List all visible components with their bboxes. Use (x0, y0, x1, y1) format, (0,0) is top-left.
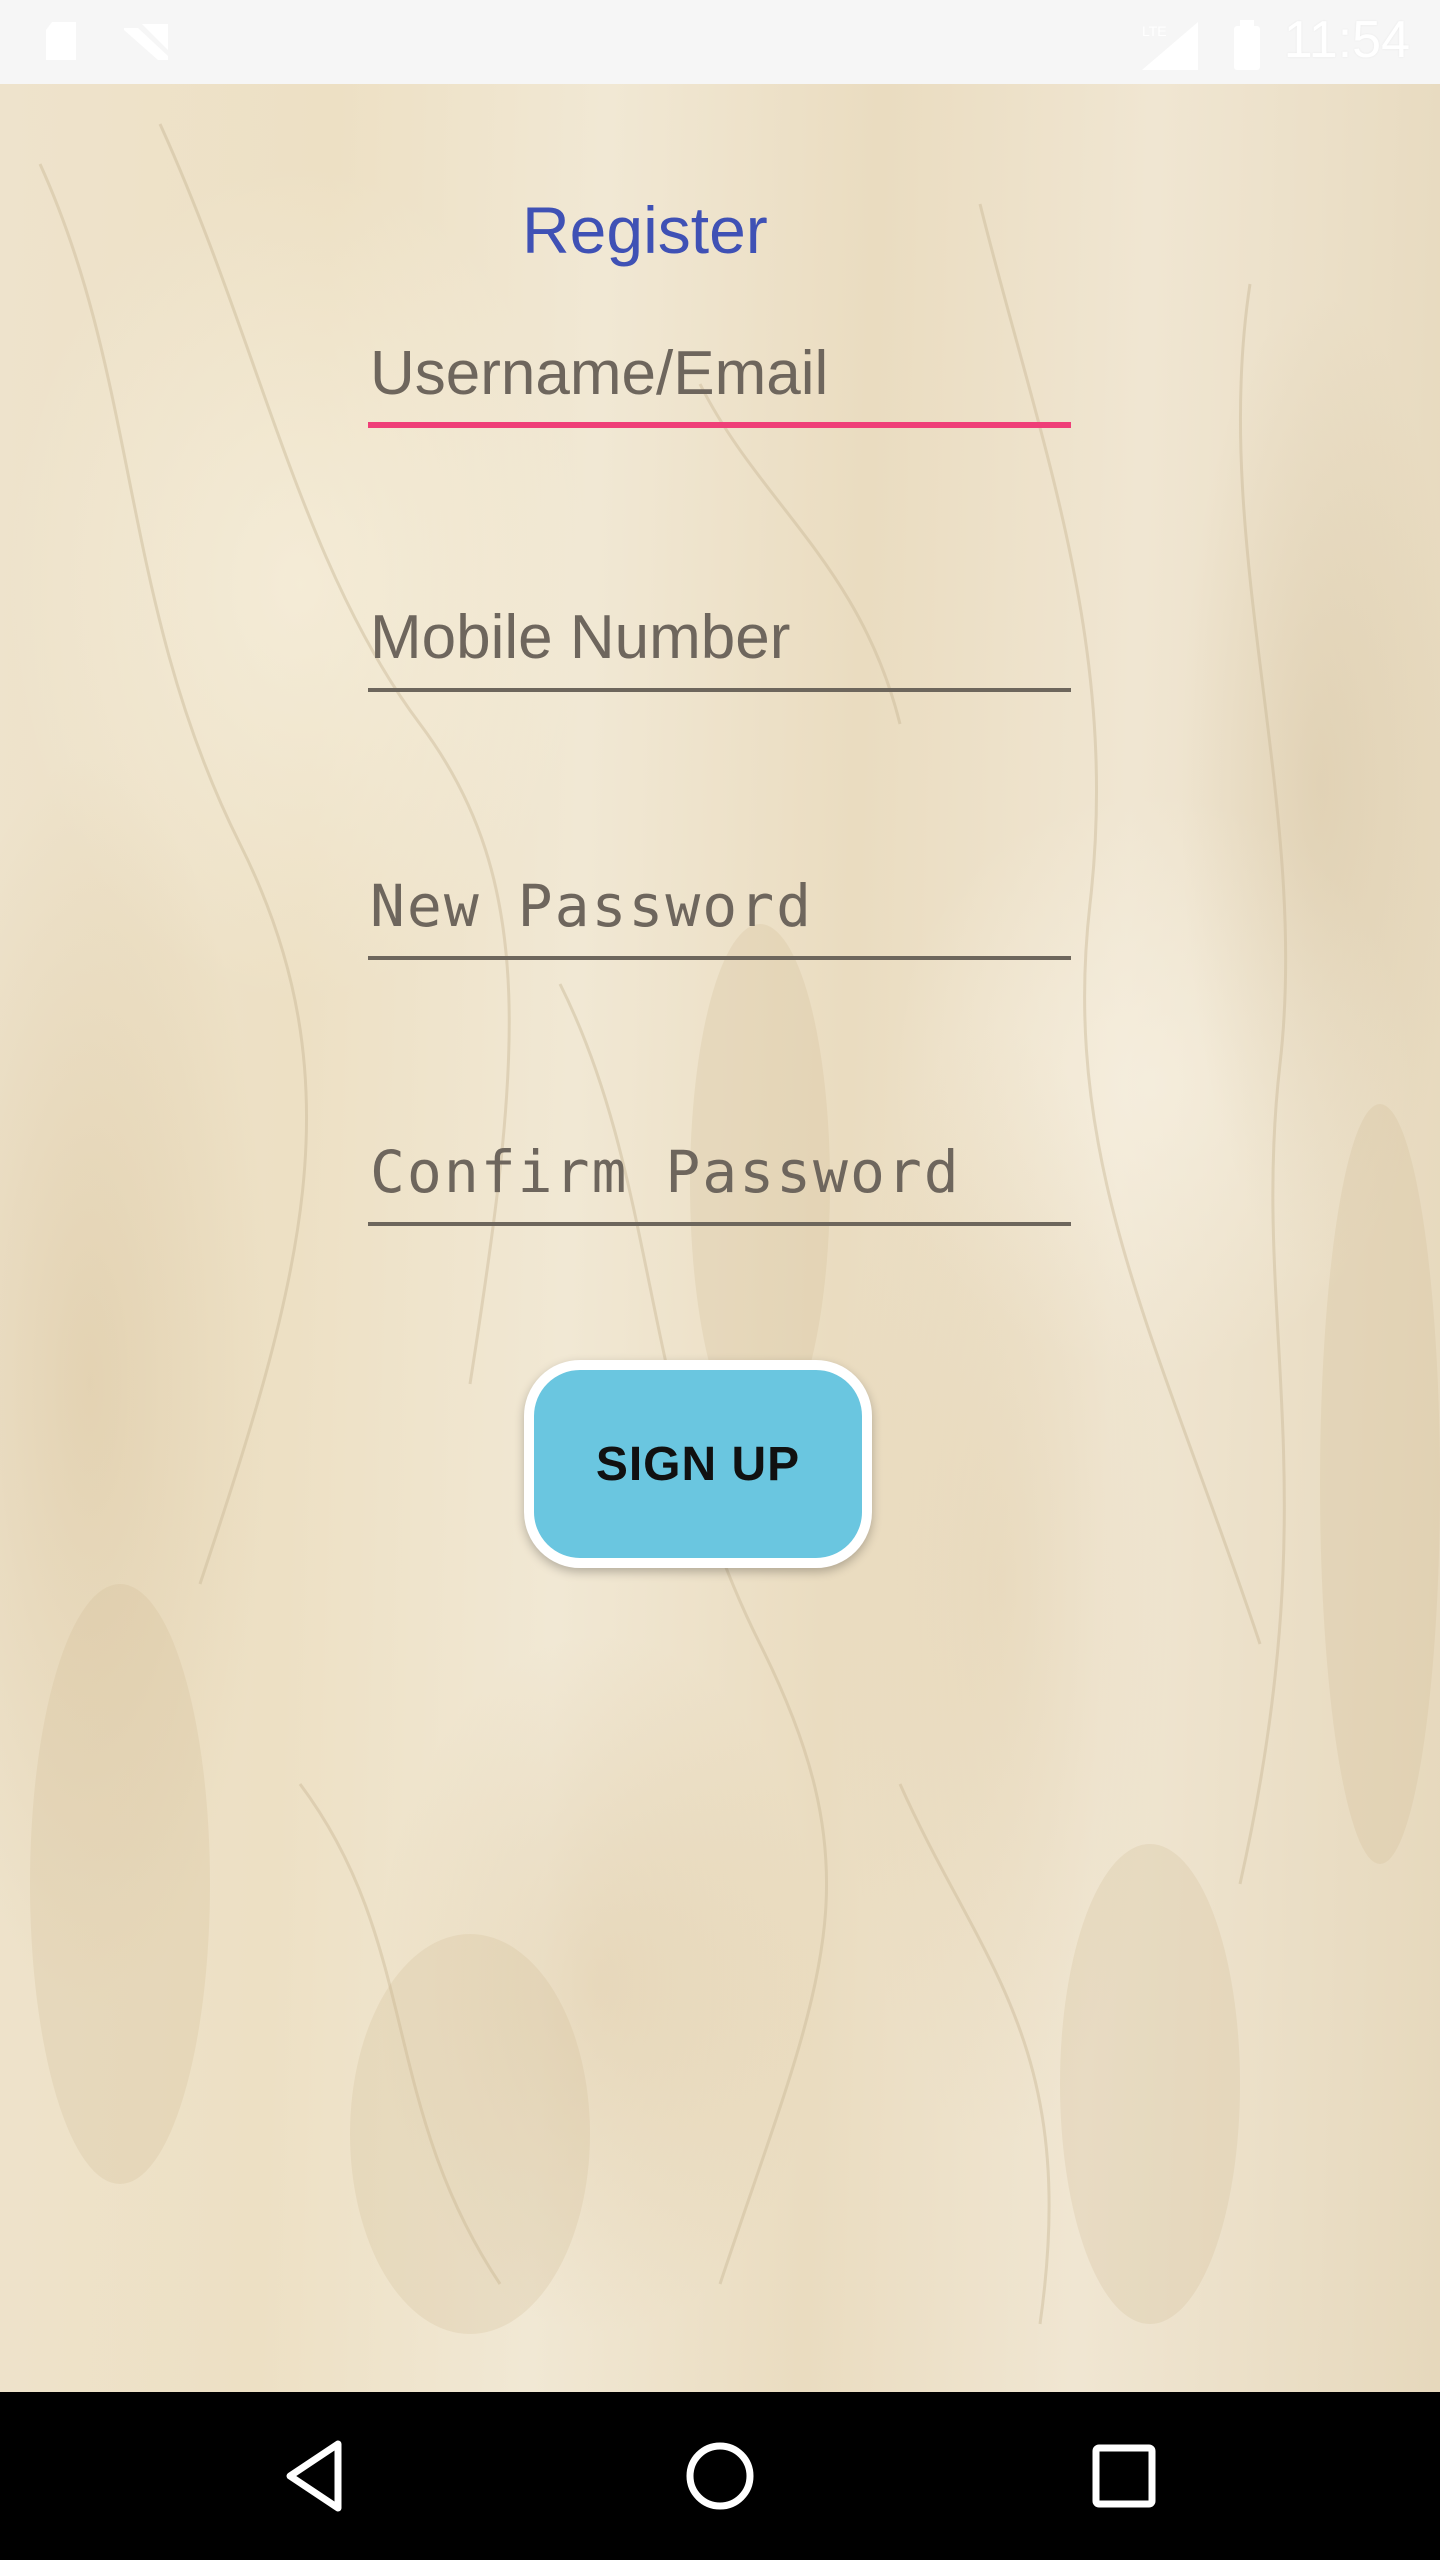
field-underline (368, 1222, 1071, 1226)
confirm-password-placeholder: Confirm Password (370, 1138, 961, 1206)
sign-up-button[interactable]: SIGN UP (524, 1360, 872, 1568)
navigation-bar (0, 2392, 1440, 2560)
battery-icon (1226, 20, 1268, 70)
mobile-number-placeholder: Mobile Number (370, 603, 791, 672)
focus-underline (368, 422, 1071, 428)
status-bar: LTE 11:54 (0, 0, 1440, 84)
field-underline (368, 956, 1071, 960)
new-password-field[interactable]: New Password (368, 870, 1071, 960)
home-icon[interactable] (680, 2436, 760, 2516)
confirm-password-field[interactable]: Confirm Password (368, 1136, 1071, 1226)
no-sim-icon (120, 20, 168, 62)
signal-icon: LTE (1140, 20, 1202, 70)
username-email-placeholder: Username/Email (370, 339, 829, 408)
sd-card-icon (42, 20, 84, 62)
new-password-placeholder: New Password (370, 872, 814, 940)
page-title: Register (522, 193, 768, 267)
mobile-number-field[interactable]: Mobile Number (368, 602, 1071, 692)
clock: 11:54 (1283, 11, 1410, 69)
register-screen: Register Username/Email Mobile Number Ne… (0, 84, 1440, 2392)
parchment-texture (30, 123, 1440, 2334)
field-underline (368, 688, 1071, 692)
svg-text:LTE: LTE (1142, 23, 1167, 39)
back-icon[interactable] (276, 2436, 356, 2516)
recents-icon[interactable] (1084, 2436, 1164, 2516)
username-email-field[interactable]: Username/Email (368, 338, 1071, 428)
